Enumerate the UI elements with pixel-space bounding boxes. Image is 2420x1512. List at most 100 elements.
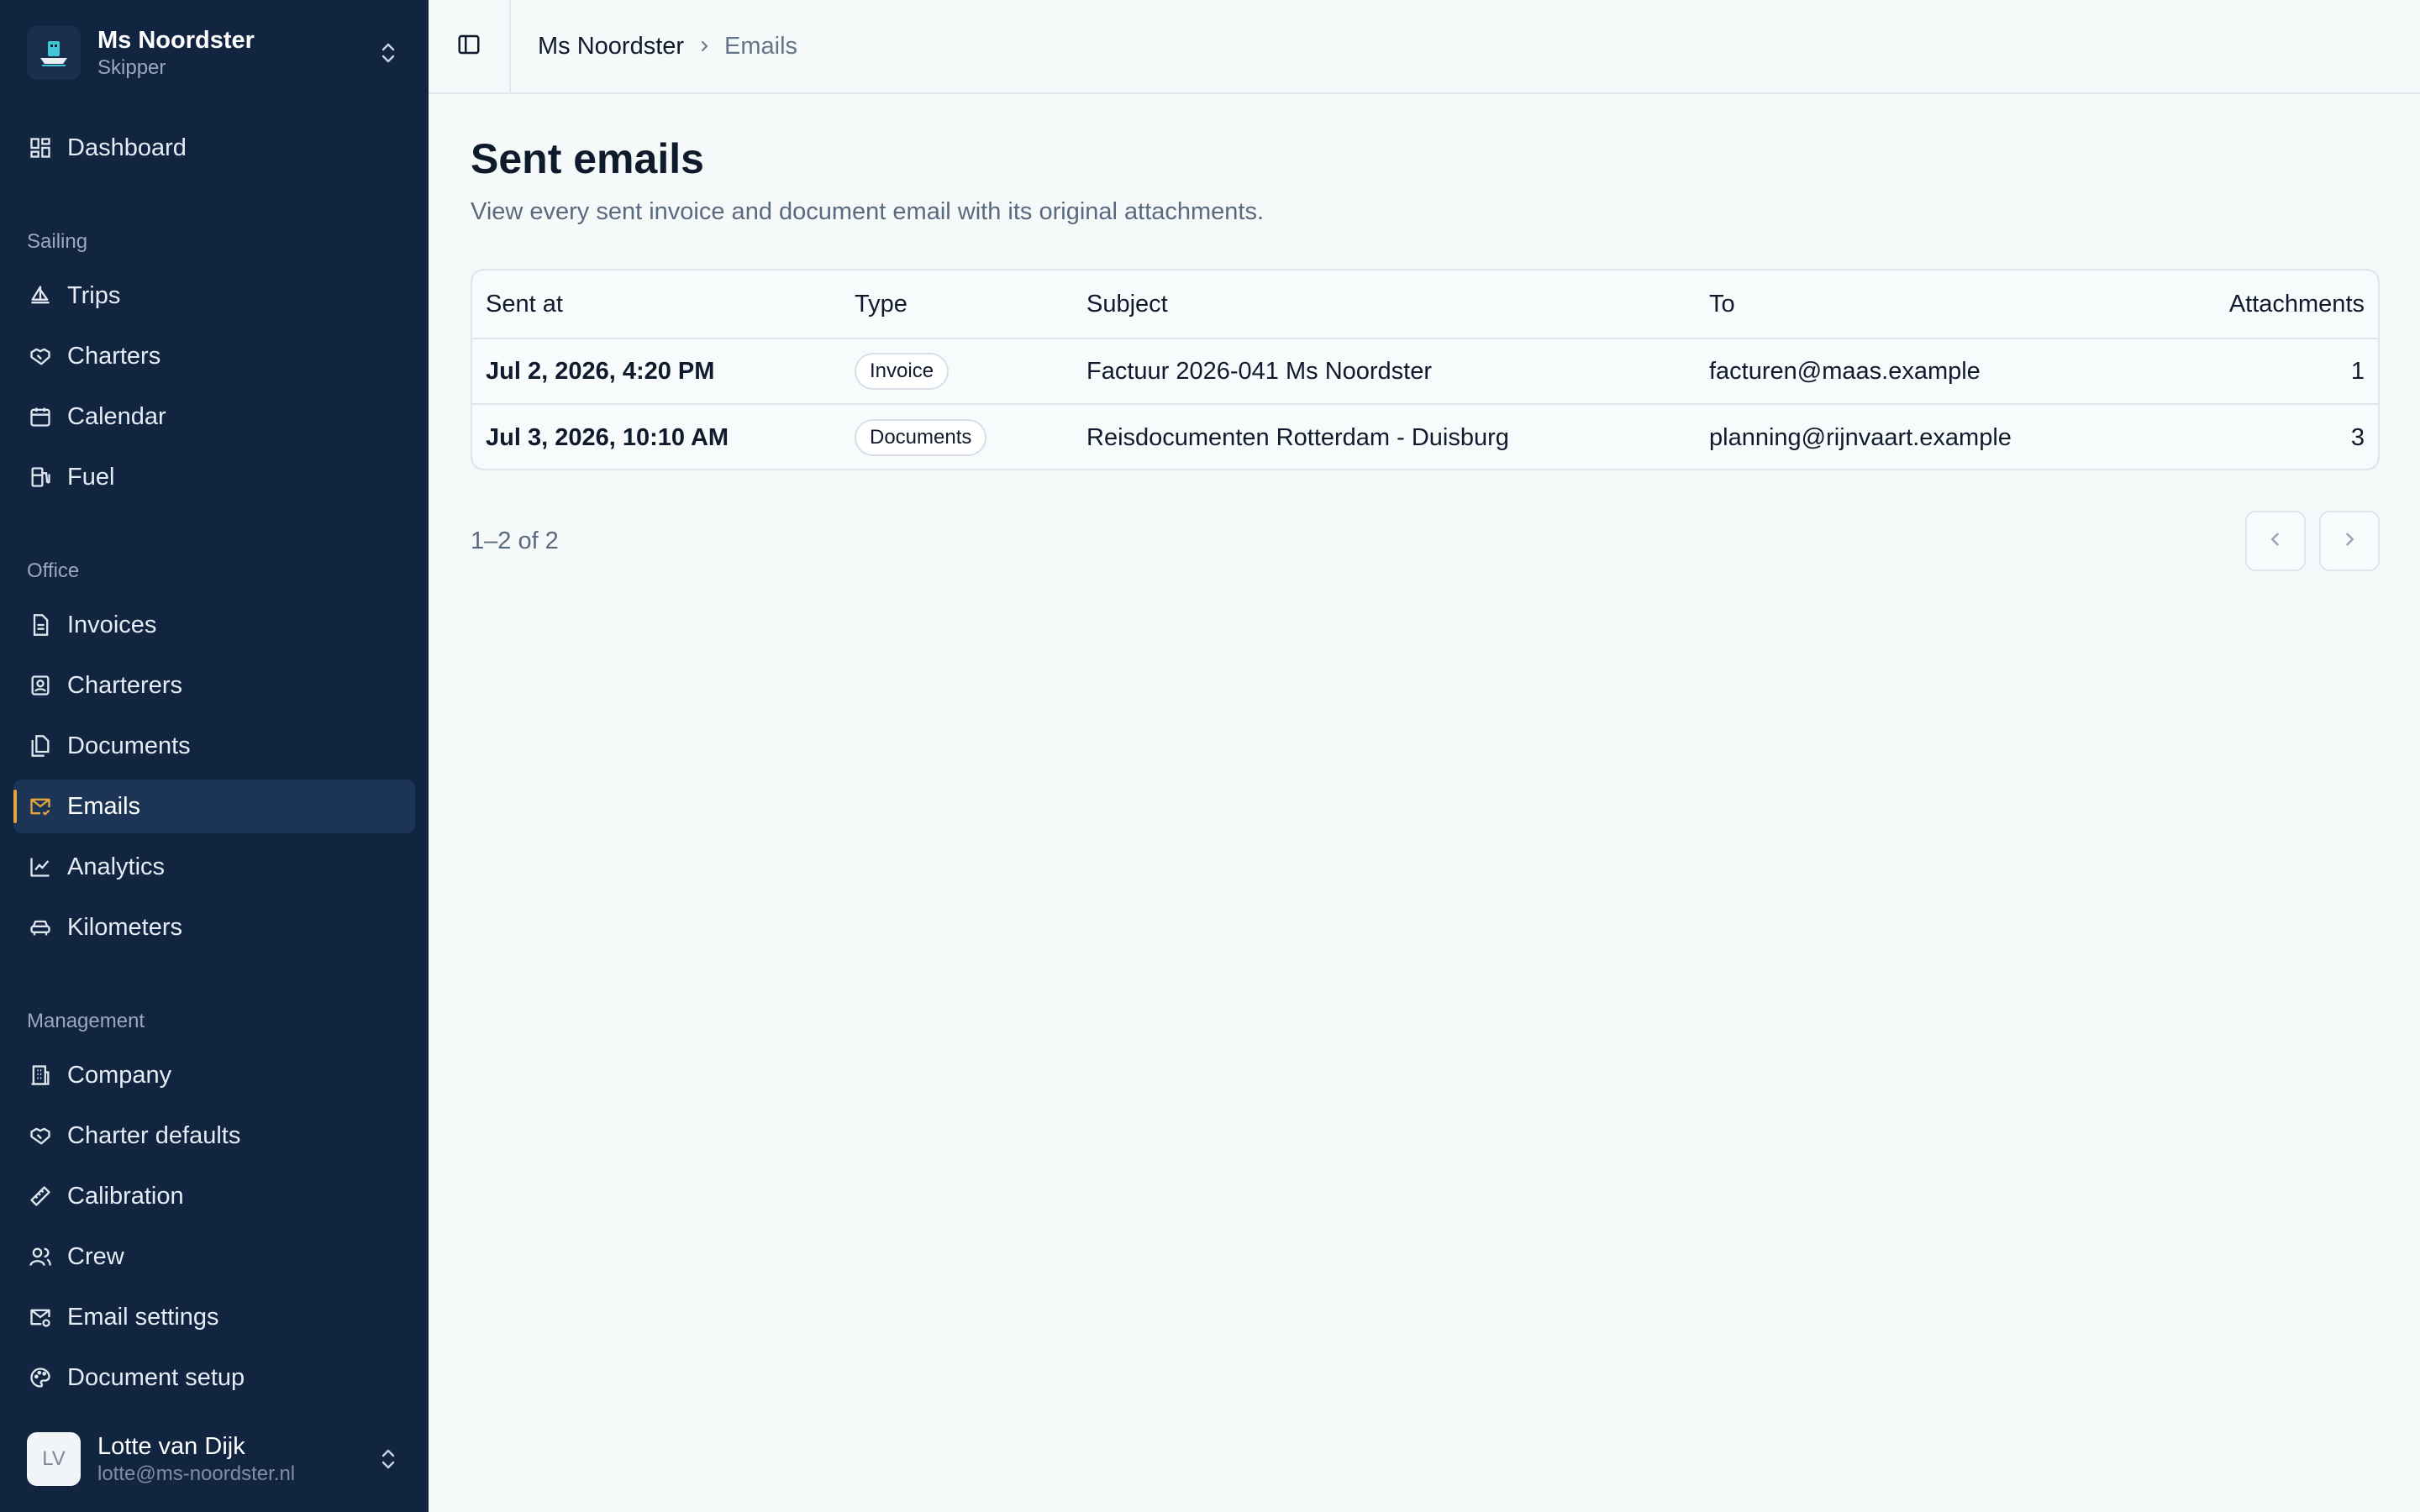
dashboard-icon: [27, 134, 54, 161]
handshake-icon: [27, 1122, 54, 1149]
contact-icon: [27, 672, 54, 699]
nav-charter-defaults[interactable]: Charter defaults: [13, 1109, 415, 1163]
vessel-name: Ms Noordster: [97, 27, 255, 54]
cell-subject: Factuur 2026-041 Ms Noordster: [1086, 357, 1433, 385]
nav-analytics[interactable]: Analytics: [13, 840, 415, 894]
nav-fuel[interactable]: Fuel: [13, 450, 415, 504]
nav-documents-label: Documents: [67, 732, 191, 759]
user-name: Lotte van Dijk: [97, 1433, 245, 1460]
nav-documents[interactable]: Documents: [13, 719, 415, 773]
page-subtitle: View every sent invoice and document ema…: [471, 198, 1265, 225]
table-header-row: Sent at Type Subject To Attachments: [472, 270, 2378, 339]
cell-recipient: planning@rijnvaart.example: [1709, 423, 2012, 451]
nav-crew[interactable]: Crew: [13, 1230, 415, 1284]
previous-page-button[interactable]: [2245, 511, 2306, 571]
next-page-button[interactable]: [2319, 511, 2380, 571]
column-header-subject[interactable]: Subject: [1086, 291, 1168, 318]
type-badge: Invoice: [855, 353, 950, 390]
calendar-icon: [27, 403, 54, 430]
table-row[interactable]: Jul 3, 2026, 10:10 AM Documents Reisdocu…: [472, 405, 2378, 469]
nav-company[interactable]: Company: [13, 1048, 415, 1102]
cell-attachments: 1: [2350, 357, 2365, 385]
breadcrumb-root-link[interactable]: Ms Noordster: [538, 33, 684, 60]
column-header-sent-at[interactable]: Sent at: [486, 291, 563, 318]
cell-recipient: facturen@maas.example: [1709, 357, 1981, 385]
type-badge: Documents: [855, 419, 987, 456]
users-icon: [27, 1243, 54, 1270]
nav-emails-label: Emails: [67, 792, 141, 820]
nav-trips[interactable]: Trips: [13, 269, 415, 323]
breadcrumb: Ms Noordster Emails: [538, 33, 797, 60]
emails-table: Sent at Type Subject To Attachments Jul …: [471, 269, 2380, 470]
palette-icon: [27, 1364, 54, 1391]
panel-left-icon: [456, 32, 481, 61]
nav-dashboard-label: Dashboard: [67, 134, 187, 161]
chevrons-up-down-icon: [371, 36, 405, 70]
nav-calendar[interactable]: Calendar: [13, 390, 415, 444]
handshake-icon: [27, 343, 54, 370]
chevron-right-icon: [2341, 531, 2358, 552]
nav-crew-label: Crew: [67, 1242, 124, 1270]
user-menu[interactable]: LV Lotte van Dijk lotte@ms-noordster.nl: [27, 1430, 405, 1488]
nav-dashboard[interactable]: Dashboard: [13, 121, 415, 175]
sidebar-toggle-button[interactable]: [429, 0, 511, 92]
nav-charterers[interactable]: Charterers: [13, 659, 415, 712]
cell-attachments: 3: [2350, 423, 2365, 451]
user-email: lotte@ms-noordster.nl: [97, 1462, 296, 1485]
nav-calibration[interactable]: Calibration: [13, 1169, 415, 1223]
nav-charter-defaults-label: Charter defaults: [67, 1121, 241, 1149]
nav-calibration-label: Calibration: [67, 1182, 184, 1210]
nav-analytics-label: Analytics: [67, 853, 166, 880]
chevron-right-icon: [697, 39, 711, 53]
ruler-icon: [27, 1183, 54, 1210]
vessel-role: Skipper: [97, 56, 166, 79]
nav-trips-label: Trips: [67, 281, 121, 309]
mail-settings-icon: [27, 1304, 54, 1331]
nav-document-setup[interactable]: Document setup: [13, 1351, 415, 1404]
line-chart-icon: [27, 853, 54, 880]
cell-sent-at: Jul 2, 2026, 4:20 PM: [486, 357, 715, 385]
app-root: Ms Noordster Skipper Dashboard Sailing T…: [0, 0, 2420, 1512]
car-icon: [27, 914, 54, 941]
nav-fuel-label: Fuel: [67, 463, 115, 491]
chevron-left-icon: [2267, 531, 2284, 552]
column-header-attachments[interactable]: Attachments: [2229, 291, 2365, 318]
file-text-icon: [27, 612, 54, 638]
nav-company-label: Company: [67, 1061, 172, 1089]
files-icon: [27, 732, 54, 759]
nav-calendar-label: Calendar: [67, 402, 166, 430]
avatar: LV: [27, 1432, 81, 1486]
mail-check-icon: [27, 793, 54, 820]
page-title: Sent emails: [471, 135, 704, 182]
nav-charterers-label: Charterers: [67, 671, 182, 699]
nav-invoices[interactable]: Invoices: [13, 598, 415, 652]
sidebar: Ms Noordster Skipper Dashboard Sailing T…: [0, 0, 429, 1512]
nav-email-settings-label: Email settings: [67, 1303, 219, 1331]
nav-charters-label: Charters: [67, 342, 161, 370]
nav-document-setup-label: Document setup: [67, 1363, 245, 1391]
sailboat-icon: [27, 282, 54, 309]
breadcrumb-current: Emails: [724, 32, 798, 60]
building-icon: [27, 1062, 54, 1089]
topbar: Ms Noordster Emails: [429, 0, 2420, 94]
column-header-type[interactable]: Type: [855, 291, 908, 318]
nav-invoices-label: Invoices: [67, 611, 157, 638]
nav-emails[interactable]: Emails: [13, 780, 415, 833]
nav-kilometers[interactable]: Kilometers: [13, 900, 415, 954]
cell-sent-at: Jul 3, 2026, 10:10 AM: [486, 423, 729, 451]
ship-logo-icon: [27, 26, 81, 80]
main-content: Ms Noordster Emails Sent emails View eve…: [429, 0, 2420, 1512]
cell-subject: Reisdocumenten Rotterdam - Duisburg: [1086, 423, 1509, 451]
nav-kilometers-label: Kilometers: [67, 913, 182, 941]
section-label-office: Office: [27, 559, 80, 582]
section-label-management: Management: [27, 1010, 145, 1032]
column-header-to[interactable]: To: [1709, 291, 1735, 318]
vessel-switcher[interactable]: Ms Noordster Skipper: [27, 24, 405, 82]
fuel-icon: [27, 464, 54, 491]
table-row[interactable]: Jul 2, 2026, 4:20 PM Invoice Factuur 202…: [472, 339, 2378, 405]
nav-email-settings[interactable]: Email settings: [13, 1290, 415, 1344]
chevrons-up-down-icon: [371, 1442, 405, 1476]
section-label-sailing: Sailing: [27, 230, 88, 253]
nav-charters[interactable]: Charters: [13, 329, 415, 383]
pagination-summary: 1–2 of 2: [471, 528, 559, 554]
